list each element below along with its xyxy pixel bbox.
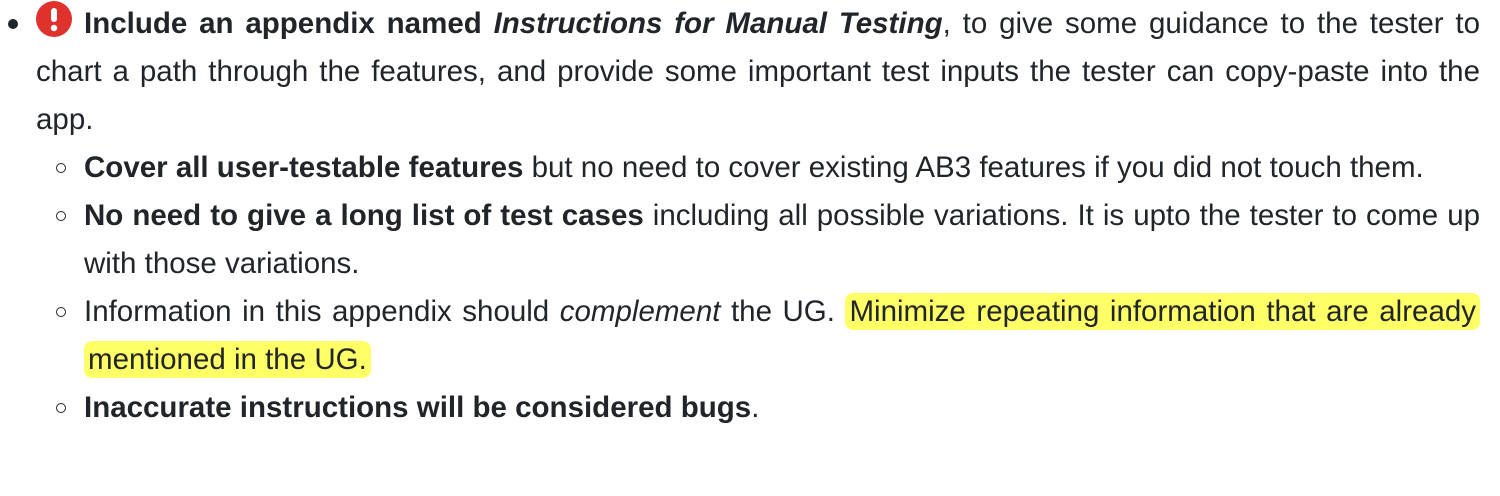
exclamation-circle-icon: [36, 1, 72, 37]
inaccurate-bugs-text: .: [751, 391, 760, 424]
bullet-circle: [56, 163, 66, 173]
page: Include an appendix named Instructions f…: [0, 0, 1500, 496]
complement-middle: the UG.: [720, 295, 846, 328]
cover-features-bold: Cover all user-testable features: [84, 151, 524, 184]
complement-prefix: Information in this appendix should: [84, 295, 560, 328]
bullet-circle: [56, 211, 66, 221]
manual-testing-lead: Include an appendix named: [84, 7, 482, 40]
list-item-inaccurate-bugs: Inaccurate instructions will be consider…: [56, 384, 1480, 432]
cover-features-text: but no need to cover existing AB3 featur…: [523, 151, 1424, 184]
bullet-circle: [56, 307, 66, 317]
list-item-cover-features: Cover all user-testable features but no …: [56, 144, 1480, 192]
bullet-list: Include an appendix named Instructions f…: [8, 0, 1481, 432]
complement-italic: complement: [559, 295, 721, 328]
list-item-complement-ug: Information in this appendix should comp…: [56, 288, 1481, 384]
sub-bullet-list: Cover all user-testable features but no …: [36, 144, 1481, 432]
list-item-no-long-list: No need to give a long list of test case…: [56, 192, 1480, 288]
appendix-title: Instructions for Manual Testing: [493, 7, 943, 40]
no-long-list-bold: No need to give a long list of test case…: [84, 199, 644, 232]
list-item-manual-testing: Include an appendix named Instructions f…: [8, 0, 1481, 432]
bullet-disc: [8, 19, 18, 29]
inaccurate-bugs-bold: Inaccurate instructions will be consider…: [84, 391, 752, 424]
bullet-circle: [56, 403, 66, 413]
